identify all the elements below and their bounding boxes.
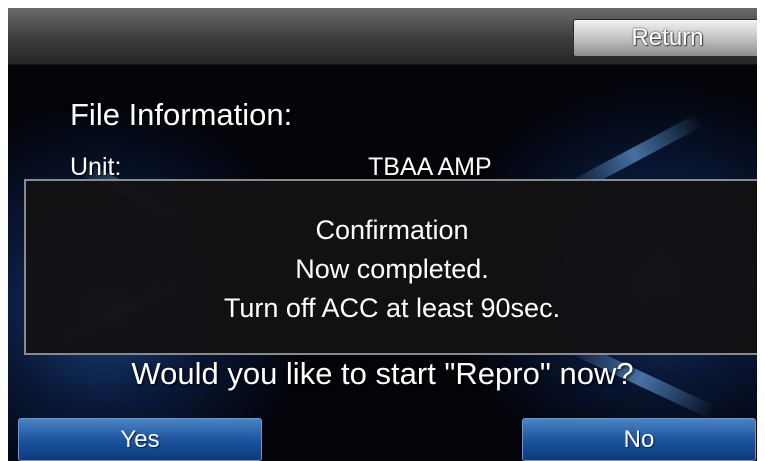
no-button[interactable]: No (522, 418, 756, 461)
dialog-title: Confirmation (315, 215, 469, 245)
file-information-title: File Information: (70, 97, 293, 132)
yes-button[interactable]: Yes (18, 418, 262, 461)
unit-value: TBAA AMP (368, 153, 492, 181)
top-bar: Return (8, 8, 757, 65)
return-button[interactable]: Return (573, 19, 757, 57)
confirmation-dialog: Confirmation Now completed. Turn off ACC… (24, 179, 757, 355)
repro-question: Would you like to start "Repro" now? (131, 356, 634, 391)
dialog-message-line2: Turn off ACC at least 90sec. (223, 293, 561, 323)
unit-label: Unit: (70, 153, 122, 181)
screen: Return File Information: Unit: TBAA AMP … (8, 8, 757, 461)
dialog-message-line1: Now completed. (295, 254, 489, 284)
